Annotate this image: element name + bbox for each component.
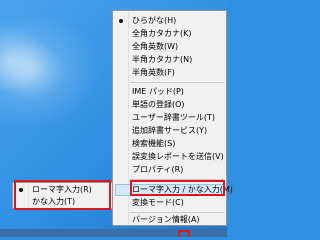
menu-item-search[interactable]: 検索機能(S) bbox=[113, 138, 226, 150]
menu-item-label: 変換モード(C) bbox=[132, 198, 184, 207]
menu-item-send-report[interactable]: 誤変換レポートを送信(V) bbox=[113, 151, 226, 163]
menu-item-label: 半角カタカナ(N) bbox=[132, 55, 193, 64]
menu-item-label: プロパティ(R) bbox=[132, 165, 184, 174]
menu-item-label: バージョン情報(A) bbox=[132, 215, 200, 224]
annotation-box-submenu bbox=[14, 180, 111, 210]
menu-item-label: 単語の登録(O) bbox=[132, 100, 185, 109]
taskbar bbox=[0, 229, 227, 237]
menu-item-version-info[interactable]: バージョン情報(A) bbox=[113, 214, 226, 226]
menu-item-halfwidth-alnum[interactable]: 半角英数(F) bbox=[113, 67, 226, 79]
annotation-box-main-item bbox=[130, 180, 225, 196]
menu-item-label: 検索機能(S) bbox=[132, 139, 176, 148]
menu-item-label: 半角英数(F) bbox=[132, 68, 175, 77]
menu-item-conversion-mode[interactable]: 変換モード(C) bbox=[113, 197, 226, 209]
menu-item-label: 全角英数(W) bbox=[132, 42, 179, 51]
menu-item-halfwidth-katakana[interactable]: 半角カタカナ(N) bbox=[113, 54, 226, 66]
menu-separator bbox=[130, 82, 224, 83]
selected-bullet-icon bbox=[119, 19, 123, 23]
menu-item-fullwidth-alnum[interactable]: 全角英数(W) bbox=[113, 41, 226, 53]
menu-item-properties[interactable]: プロパティ(R) bbox=[113, 164, 226, 176]
menu-item-user-dictionary-tool[interactable]: ユーザー辞書ツール(T) bbox=[113, 112, 226, 124]
menu-item-label: ユーザー辞書ツール(T) bbox=[132, 113, 215, 122]
menu-item-label: 全角カタカナ(K) bbox=[132, 29, 192, 38]
menu-item-add-dictionary-service[interactable]: 追加辞書サービス(Y) bbox=[113, 125, 226, 137]
menu-item-fullwidth-katakana[interactable]: 全角カタカナ(K) bbox=[113, 28, 226, 40]
menu-item-register-word[interactable]: 単語の登録(O) bbox=[113, 99, 226, 111]
menu-item-label: 誤変換レポートを送信(V) bbox=[132, 152, 224, 161]
menu-separator bbox=[130, 212, 224, 213]
menu-item-label: 追加辞書サービス(Y) bbox=[132, 126, 208, 135]
menu-item-label: IME パッド(P) bbox=[132, 87, 184, 96]
menu-item-hiragana[interactable]: ひらがな(H) bbox=[113, 15, 226, 27]
menu-item-ime-pad[interactable]: IME パッド(P) bbox=[113, 86, 226, 98]
menu-item-label: ひらがな(H) bbox=[132, 16, 177, 25]
ime-tray-indicator[interactable] bbox=[178, 230, 190, 237]
